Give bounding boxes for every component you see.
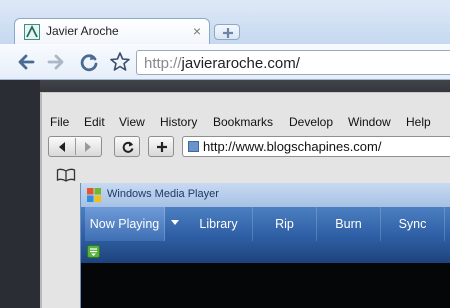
- playlist-menu-icon[interactable]: [87, 245, 100, 258]
- page-dark-sidebar: [0, 80, 40, 308]
- tab-burn[interactable]: Burn: [317, 207, 381, 241]
- book-icon[interactable]: [56, 168, 76, 182]
- back-icon[interactable]: [56, 141, 68, 153]
- reload-button[interactable]: [77, 50, 101, 74]
- menu-view[interactable]: View: [119, 115, 145, 129]
- menu-edit[interactable]: Edit: [84, 115, 105, 129]
- tab-now-playing[interactable]: Now Playing: [85, 207, 165, 241]
- menu-bookmarks[interactable]: Bookmarks: [213, 115, 273, 129]
- site-favicon: [188, 141, 199, 152]
- tab-strip: Javier Aroche ×: [0, 0, 450, 44]
- aroche-logo-icon: [24, 24, 40, 40]
- menu-file[interactable]: File: [50, 115, 69, 129]
- forward-icon[interactable]: [82, 141, 94, 153]
- inner-toolbar: http://www.blogschapines.com/: [42, 133, 450, 159]
- media-player-subbar: [81, 241, 450, 263]
- tab-sync[interactable]: Sync: [381, 207, 445, 241]
- video-display: [81, 263, 450, 308]
- windows-logo-icon: [87, 188, 101, 202]
- media-player-window: Windows Media Player Now Playing Library…: [80, 183, 450, 308]
- back-button[interactable]: [14, 50, 38, 74]
- add-icon: [157, 142, 167, 152]
- browser-tab[interactable]: Javier Aroche ×: [14, 18, 210, 44]
- media-player-navbar: Now Playing Library Rip Burn Sync: [81, 207, 450, 241]
- new-tab-button[interactable]: [214, 24, 240, 40]
- browser-toolbar: http://javieraroche.com/: [0, 44, 450, 80]
- tab-rip[interactable]: Rip: [253, 207, 317, 241]
- plus-icon: [223, 28, 233, 38]
- arrow-left-icon: [18, 54, 35, 70]
- segment-divider: [75, 138, 76, 155]
- arrow-right-icon: [47, 54, 64, 70]
- star-icon: [110, 52, 130, 71]
- menu-history[interactable]: History: [160, 115, 197, 129]
- address-bar[interactable]: http://javieraroche.com/: [136, 50, 450, 75]
- tab-close-icon[interactable]: ×: [193, 23, 201, 39]
- menu-window[interactable]: Window: [348, 115, 391, 129]
- chevron-down-icon[interactable]: [171, 220, 179, 225]
- address-host: javieraroche.com/: [181, 55, 300, 72]
- reload-icon: [122, 141, 134, 153]
- address-text: http://javieraroche.com/: [144, 55, 300, 72]
- inner-address-bar[interactable]: http://www.blogschapines.com/: [182, 136, 450, 157]
- inner-menubar: File Edit View History Bookmarks Develop…: [42, 113, 450, 131]
- address-protocol: http://: [144, 55, 182, 72]
- media-player-titlebar: Windows Media Player: [81, 183, 450, 207]
- media-player-title: Windows Media Player: [107, 188, 219, 200]
- chrome-window: Javier Aroche × http://javieraroche.com/: [0, 0, 450, 308]
- inner-reload-button[interactable]: [114, 136, 140, 157]
- tab-library[interactable]: Library: [185, 207, 253, 241]
- menu-develop[interactable]: Develop: [289, 115, 333, 129]
- menu-help[interactable]: Help: [406, 115, 431, 129]
- add-bookmark-button[interactable]: [148, 136, 174, 157]
- inner-address-text: http://www.blogschapines.com/: [203, 139, 382, 154]
- inner-browser-window: File Edit View History Bookmarks Develop…: [40, 92, 450, 308]
- forward-button[interactable]: [44, 50, 68, 74]
- tab-title: Javier Aroche: [46, 24, 119, 38]
- back-forward-segment: [48, 136, 102, 157]
- bookmark-star-button[interactable]: [108, 50, 132, 74]
